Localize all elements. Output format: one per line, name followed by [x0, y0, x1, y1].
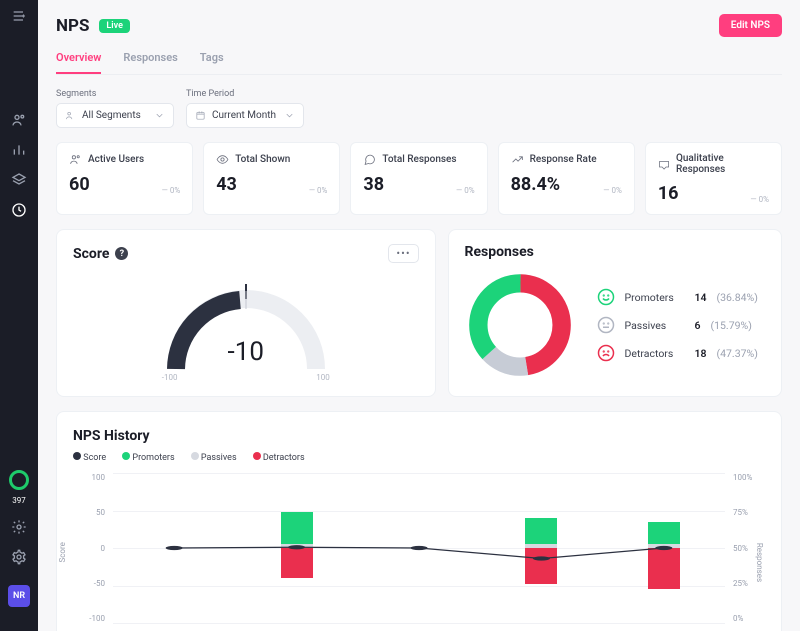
legend-detractors: Detractors 18 (47.37%)	[597, 344, 758, 362]
kpi-active-users: Active Users 60— 0%	[56, 142, 193, 215]
layers-icon[interactable]	[11, 172, 27, 188]
header: NPS Live Edit NPS	[56, 14, 782, 37]
settings-icon[interactable]	[11, 519, 27, 535]
frown-icon	[597, 344, 615, 362]
trend-icon	[511, 153, 524, 166]
responses-panel: Responses Promoters 14 (36.84%)	[448, 229, 782, 397]
bar-column	[648, 473, 680, 623]
tab-tags[interactable]: Tags	[200, 51, 224, 74]
page-title: NPS	[56, 16, 89, 36]
score-panel: Score? ••• -10 -100100	[56, 229, 436, 397]
bar-column	[158, 473, 190, 623]
status-badge: Live	[99, 19, 130, 33]
kpi-response-rate: Response Rate 88.4%— 0%	[498, 142, 635, 215]
filters: Segments All Segments Time Period Curren…	[56, 89, 782, 128]
chevron-down-icon	[284, 110, 295, 121]
analytics-icon[interactable]	[11, 142, 27, 158]
bar-column	[403, 473, 435, 623]
segments-value: All Segments	[82, 110, 141, 121]
history-chart: Score Responses 100 50 0 -50 -100 100% 7…	[73, 473, 765, 631]
menu-icon[interactable]	[11, 8, 27, 24]
responses-donut	[465, 270, 575, 380]
neutral-icon	[597, 316, 615, 334]
period-label: Time Period	[186, 89, 304, 99]
legend-passives: Passives 6 (15.79%)	[597, 316, 758, 334]
progress-count: 397	[12, 496, 26, 505]
chat-icon	[363, 153, 376, 166]
calendar-icon	[195, 110, 206, 121]
users-icon[interactable]	[11, 112, 27, 128]
score-value: -10	[228, 337, 264, 367]
history-legend: Score Promoters Passives Detractors	[73, 452, 765, 463]
bar-column	[525, 473, 557, 623]
help-icon[interactable]: ?	[115, 247, 128, 260]
bar-column	[281, 473, 313, 623]
kpi-total-responses: Total Responses 38— 0%	[350, 142, 487, 215]
segments-select[interactable]: All Segments	[56, 103, 174, 128]
kpi-row: Active Users 60— 0% Total Shown 43— 0% T…	[56, 142, 782, 215]
gear-icon[interactable]	[11, 549, 27, 565]
period-value: Current Month	[212, 110, 276, 121]
history-panel: NPS History Score Promoters Passives Det…	[56, 411, 782, 631]
users-icon	[65, 110, 76, 121]
users-icon	[69, 153, 82, 166]
avatar[interactable]: NR	[8, 585, 30, 607]
smile-icon	[597, 288, 615, 306]
panel-menu-button[interactable]: •••	[388, 244, 418, 263]
nps-icon[interactable]	[11, 202, 27, 218]
progress-ring-icon[interactable]	[9, 470, 29, 490]
tabs: Overview Responses Tags	[56, 51, 782, 75]
edit-nps-button[interactable]: Edit NPS	[719, 14, 782, 37]
left-rail: 397 NR	[0, 0, 38, 631]
kpi-qualitative: Qualitative Responses 16— 0%	[645, 142, 782, 215]
chevron-down-icon	[154, 110, 165, 121]
tab-overview[interactable]: Overview	[56, 51, 101, 74]
period-select[interactable]: Current Month	[186, 103, 304, 128]
kpi-total-shown: Total Shown 43— 0%	[203, 142, 340, 215]
segments-label: Segments	[56, 89, 174, 99]
comment-icon	[658, 158, 670, 171]
main-content: NPS Live Edit NPS Overview Responses Tag…	[38, 0, 800, 631]
tab-responses[interactable]: Responses	[123, 51, 177, 74]
eye-icon	[216, 153, 229, 166]
legend-promoters: Promoters 14 (36.84%)	[597, 288, 758, 306]
